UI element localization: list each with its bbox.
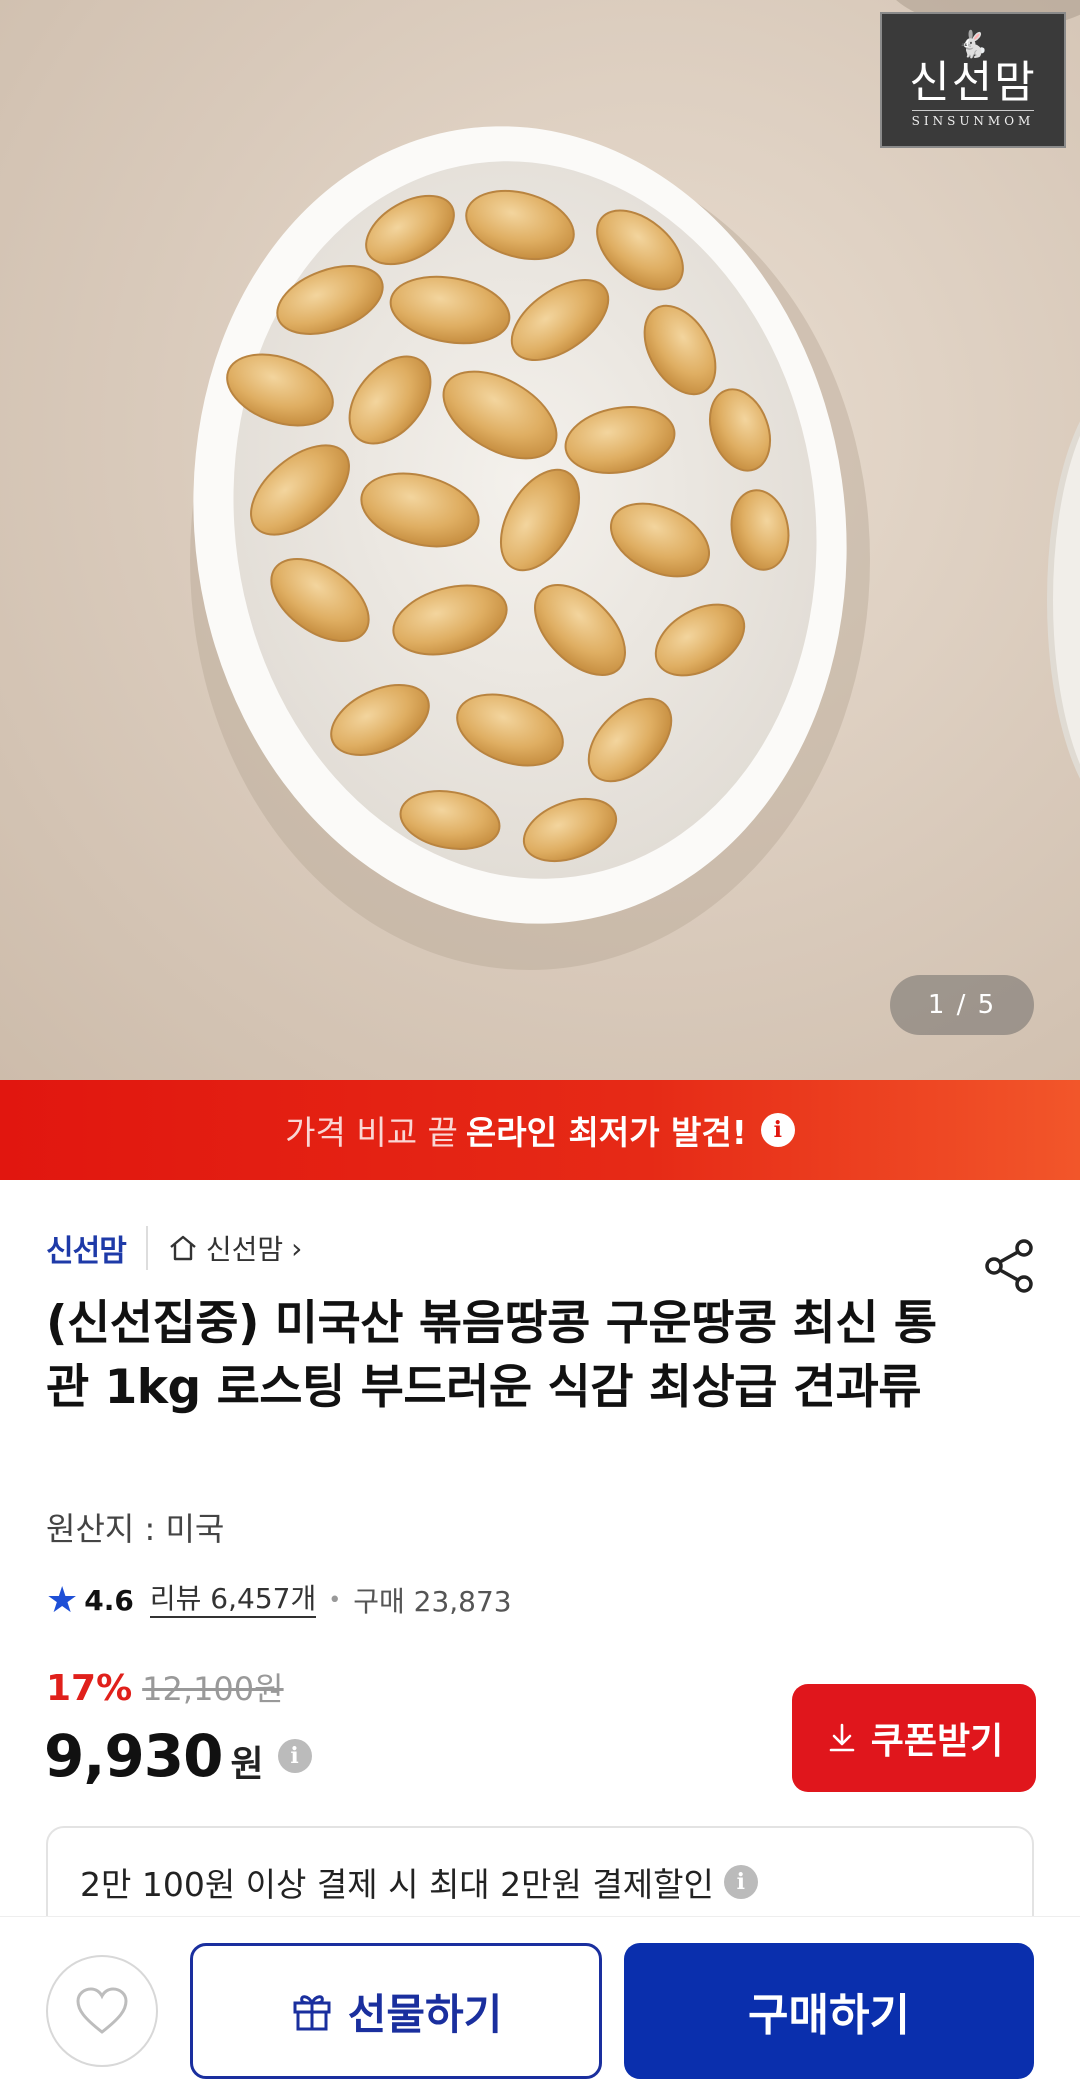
price-row: 9,930 원 i	[44, 1722, 312, 1790]
wishlist-button[interactable]	[46, 1955, 158, 2067]
star-icon: ★	[46, 1579, 79, 1621]
price-info-icon[interactable]: i	[277, 1739, 312, 1773]
discount-rate: 17%	[46, 1668, 133, 1709]
divider	[145, 1226, 148, 1270]
origin-label: 원산지 : 미국	[46, 1510, 225, 1548]
rabbit-icon: 🐇	[956, 29, 990, 60]
payment-discount-text: 2만 100원 이상 결제 시 최대 2만원 결제할인	[80, 1865, 714, 1904]
lowest-price-banner[interactable]: 가격 비교 끝 온라인 최저가 발견! i	[0, 1080, 1080, 1180]
info-icon[interactable]: i	[760, 1113, 795, 1147]
logo-subtitle: SINSUNMOM	[911, 110, 1035, 128]
gift-icon	[293, 1995, 331, 2031]
home-icon	[170, 1235, 196, 1261]
currency-label: 원	[230, 1744, 264, 1785]
original-price: 12,100원	[142, 1670, 284, 1708]
buy-label: 구매하기	[748, 1990, 910, 2041]
gift-button[interactable]: 선물하기	[190, 1943, 602, 2079]
download-icon	[829, 1723, 855, 1752]
product-title: (신선집중) 미국산 볶음땅콩 구운땅콩 최신 통관 1kg 로스팅 부드러운 …	[46, 1296, 937, 1415]
rating-value: 4.6	[84, 1583, 134, 1617]
image-page-indicator: 1 / 5	[890, 975, 1034, 1035]
payment-discount-row: 2만 100원 이상 결제 시 최대 2만원 결제할인 i	[80, 1858, 758, 1906]
share-icon[interactable]	[980, 1236, 1040, 1296]
logo-name: 신선맘	[909, 56, 1037, 108]
payment-info-icon[interactable]: i	[723, 1865, 758, 1899]
promo-light-text: 가격 비교 끝	[285, 1113, 458, 1152]
bottom-action-bar: 선물하기 구매하기	[0, 1916, 1080, 2100]
product-image-carousel[interactable]: 🐇 신선맘 SINSUNMOM 1 / 5	[0, 0, 1080, 1080]
coupon-label: 쿠폰받기	[870, 1721, 1004, 1762]
store-home-link[interactable]: 신선맘 ›	[168, 1228, 302, 1268]
gift-label: 선물하기	[347, 1989, 503, 2039]
purchase-count: 구매 23,873	[353, 1585, 512, 1618]
heart-icon	[76, 1987, 128, 2034]
store-logo[interactable]: 신선맘	[46, 1226, 127, 1270]
peanut-bowl-photo	[190, 0, 1080, 970]
review-count-link[interactable]: 리뷰 6,457개	[149, 1582, 317, 1618]
store-link-label: 신선맘	[205, 1233, 284, 1266]
discount-row: 17% 12,100원	[46, 1664, 284, 1710]
promo-bold-text: 온라인 최저가 발견!	[465, 1113, 747, 1152]
coupon-download-button[interactable]: 쿠폰받기	[792, 1684, 1036, 1792]
sale-price: 9,930	[44, 1722, 223, 1790]
separator-dot: •	[328, 1587, 342, 1613]
chevron-right-icon: ›	[291, 1231, 303, 1265]
rating-row: ★ 4.6 리뷰 6,457개 • 구매 23,873	[46, 1576, 512, 1624]
store-row: 신선맘 신선맘 ›	[46, 1222, 302, 1274]
buy-button[interactable]: 구매하기	[624, 1943, 1034, 2079]
brand-watermark-logo: 🐇 신선맘 SINSUNMOM	[880, 12, 1066, 148]
